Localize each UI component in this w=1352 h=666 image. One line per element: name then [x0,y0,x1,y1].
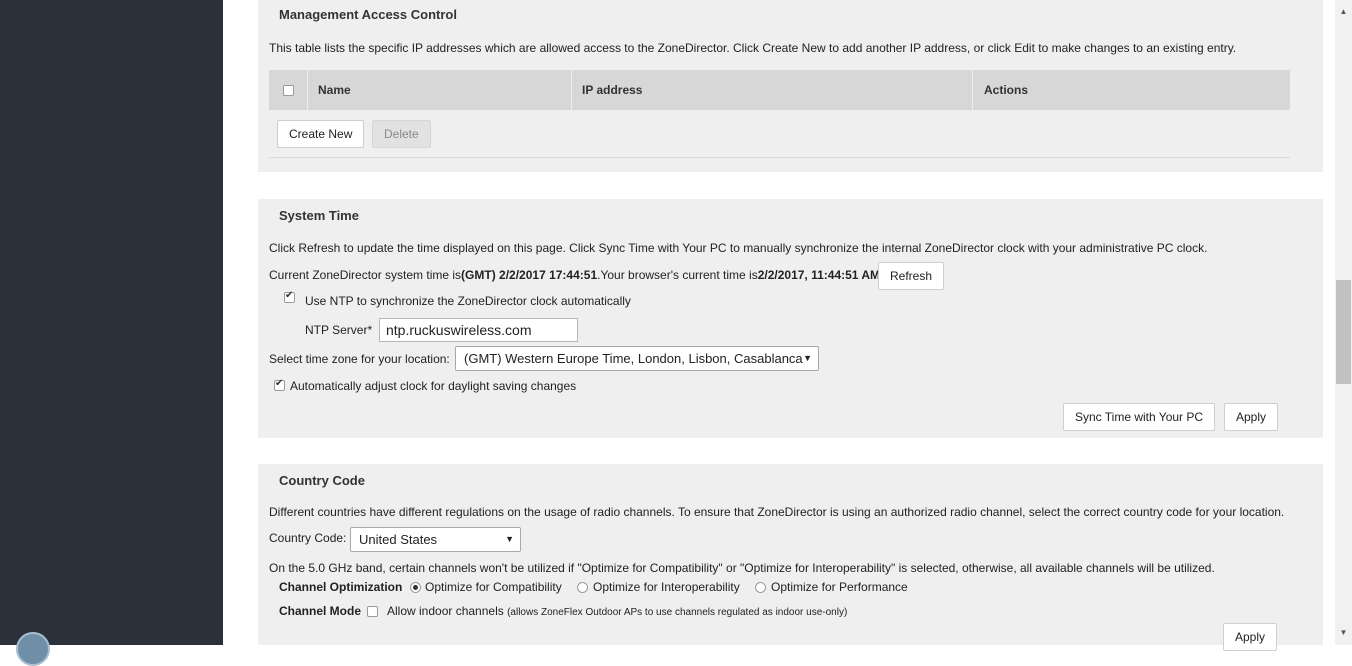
column-actions[interactable]: Actions [984,70,1028,110]
option-performance-label: Optimize for Performance [771,580,908,594]
indoor-channels-label: Allow indoor channels [387,604,504,618]
channel-mode-label: Channel Mode [279,604,362,618]
main-content: Management Access Control This table lis… [223,0,1335,651]
management-access-panel: Management Access Control This table lis… [258,0,1323,172]
timezone-label: Select time zone for your location: [269,352,450,366]
system-time-panel: System Time Click Refresh to update the … [258,199,1323,438]
management-title: Management Access Control [279,7,457,22]
radio-interoperability[interactable] [577,582,588,593]
scrollbar-thumb[interactable] [1336,280,1351,384]
sidebar-avatar-icon[interactable] [16,632,50,666]
divider [269,157,1290,158]
radio-compatibility[interactable] [410,582,421,593]
use-ntp-checkbox[interactable] [284,290,295,303]
option-interoperability-label: Optimize for Interoperability [593,580,740,594]
refresh-button[interactable]: Refresh [878,262,945,290]
scroll-down-arrow-icon[interactable]: ▼ [1335,624,1352,641]
current-time-prefix: Current ZoneDirector system time is [269,268,462,282]
scroll-up-arrow-icon[interactable]: ▲ [1335,3,1352,20]
timezone-select[interactable]: (GMT) Western Europe Time, London, Lisbo… [455,346,819,371]
country-code-label: Country Code: [269,531,347,545]
create-new-button[interactable]: Create New [277,120,365,148]
country-code-value: United States [359,532,438,547]
sync-time-button[interactable]: Sync Time with Your PC [1063,403,1216,431]
ntp-server-label: NTP Server* [305,323,373,337]
country-code-title: Country Code [279,473,365,488]
chevron-down-icon: ▼ [505,534,514,544]
current-time-line: Current ZoneDirector system time is(GMT)… [269,268,880,282]
timezone-value: (GMT) Western Europe Time, London, Lisbo… [464,351,803,366]
column-ip-address[interactable]: IP address [582,70,642,110]
chevron-down-icon: ▼ [803,353,812,363]
channel-optimization-label: Channel Optimization [279,580,403,594]
system-time-title: System Time [279,208,359,223]
indoor-channels-line: Allow indoor channels (allows ZoneFlex O… [387,604,847,618]
system-time-description: Click Refresh to update the time display… [269,241,1208,255]
delete-button[interactable]: Delete [372,120,431,148]
ip-table-header: Name IP address Actions [269,70,1290,110]
browser-time-prefix: .Your browser's current time is [597,268,758,282]
country-description: Different countries have different regul… [269,505,1285,519]
browser-time-value: 2/2/2017, 11:44:51 AM [757,268,881,282]
country-note: On the 5.0 GHz band, certain channels wo… [269,561,1215,575]
dst-label: Automatically adjust clock for daylight … [290,379,577,393]
system-time-apply-button[interactable]: Apply [1224,403,1279,431]
indoor-channels-note: (allows ZoneFlex Outdoor APs to use chan… [507,607,848,618]
country-apply-button[interactable]: Apply [1223,623,1278,651]
select-all-checkbox[interactable] [283,85,294,96]
use-ntp-label: Use NTP to synchronize the ZoneDirector … [305,294,631,308]
management-description: This table lists the specific IP address… [269,41,1237,55]
radio-performance[interactable] [755,582,766,593]
sidebar [0,0,223,666]
system-time-value: (GMT) 2/2/2017 17:44:51 [461,268,598,282]
ntp-server-input[interactable] [379,318,578,342]
option-compatibility-label: Optimize for Compatibility [425,580,562,594]
country-code-select[interactable]: United States ▼ [350,527,521,552]
country-code-panel: Country Code Different countries have di… [258,464,1323,651]
dst-checkbox[interactable] [274,378,285,391]
vertical-scrollbar[interactable]: ▲ ▼ [1335,0,1352,645]
column-name[interactable]: Name [318,70,351,110]
indoor-channels-checkbox[interactable] [367,606,378,617]
